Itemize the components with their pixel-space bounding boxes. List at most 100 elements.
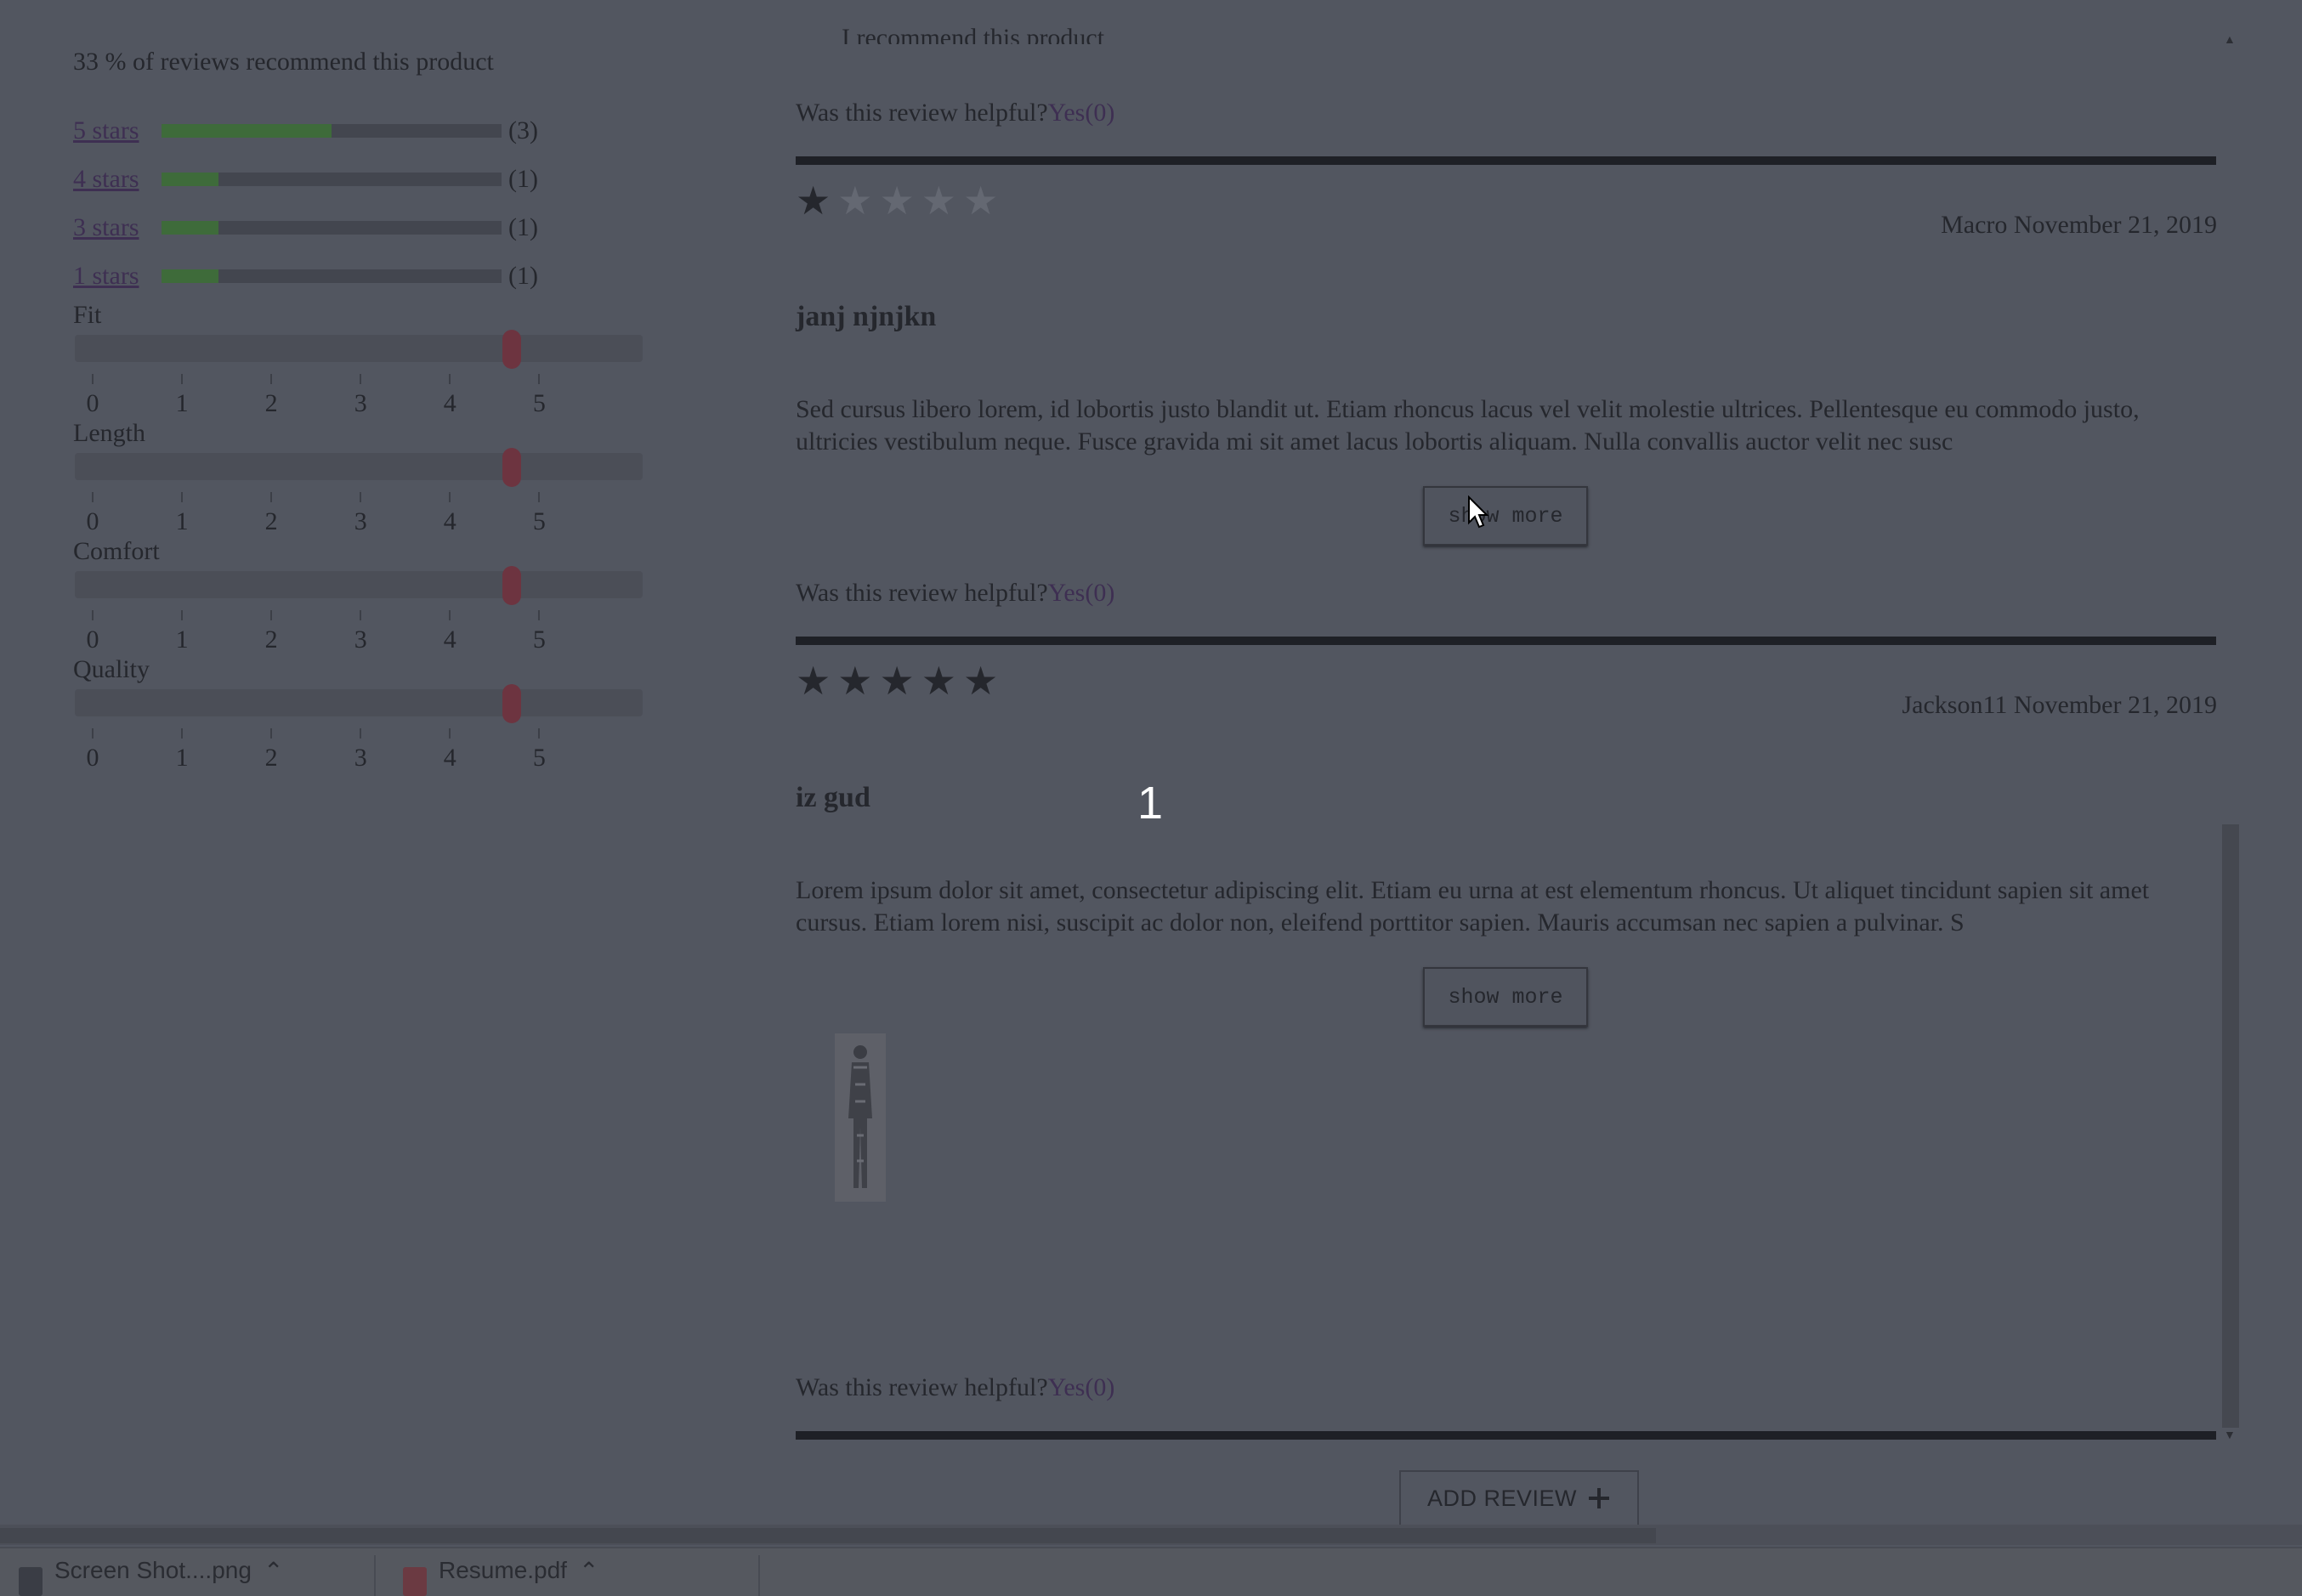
- download-item[interactable]: Resume.pdf ⌃: [403, 1557, 598, 1596]
- rating-count: (3): [508, 116, 538, 144]
- scale-tick: [92, 492, 94, 502]
- scale-tick-label: 3: [354, 744, 367, 772]
- scale-tick-label: 0: [86, 389, 99, 417]
- scale-ticks-comfort: 0 1 2 3 4 5: [77, 610, 663, 654]
- characteristic-slider-quality: [75, 684, 643, 723]
- star-icon: ★: [879, 659, 915, 703]
- scale-tick-label: 1: [175, 625, 189, 654]
- rating-bar-fill: [162, 173, 218, 186]
- scale-tick-label: 2: [264, 744, 278, 772]
- review-title: janj njnjkn: [796, 301, 937, 332]
- download-separator: [758, 1555, 760, 1596]
- scale-tick: [538, 374, 541, 384]
- show-more-button[interactable]: show more: [1423, 967, 1588, 1027]
- rating-filter-link[interactable]: 5 stars: [73, 116, 155, 145]
- rating-row-4: 4 stars (1): [73, 162, 538, 196]
- scale-tick: [270, 374, 273, 384]
- scale-tick-label: 0: [86, 744, 99, 772]
- scale-tick: [360, 374, 362, 384]
- scale-tick: [181, 374, 184, 384]
- add-review-button[interactable]: ADD REVIEW: [1399, 1470, 1639, 1525]
- image-file-icon: [19, 1567, 43, 1596]
- scrollbar-thumb[interactable]: [2222, 824, 2239, 1428]
- star-icon: ★: [963, 179, 999, 223]
- rating-row-3: 3 stars (1): [73, 211, 538, 245]
- scale-tick: [360, 610, 362, 620]
- scale-tick-label: 5: [532, 389, 546, 417]
- helpful-yes-button[interactable]: Yes(0): [1048, 579, 1115, 607]
- review-star-rating: ★ ★ ★ ★ ★: [796, 662, 998, 701]
- rating-bar-fill: [162, 221, 218, 235]
- scroll-down-arrow-icon[interactable]: ▼: [2224, 1429, 2236, 1443]
- characteristic-label-fit: Fit: [73, 301, 102, 329]
- helpful-label: Was this review helpful?: [796, 1373, 1048, 1401]
- scale-tick: [270, 610, 273, 620]
- recommend-percentage: 33 % of reviews recommend this product: [73, 48, 494, 76]
- characteristic-slider-length: [75, 448, 643, 487]
- scale-tick: [538, 492, 541, 502]
- reviews-scrollbar[interactable]: ▲ ▼: [2220, 34, 2241, 1442]
- scale-tick-label: 4: [443, 744, 456, 772]
- slider-thumb: [502, 448, 522, 487]
- rating-bar-fill: [162, 124, 332, 138]
- chevron-up-icon[interactable]: ⌃: [579, 1557, 598, 1585]
- rating-filter-link[interactable]: 4 stars: [73, 165, 155, 194]
- scale-ticks-fit: 0 1 2 3 4 5: [77, 374, 663, 417]
- star-icon: ★: [796, 179, 831, 223]
- helpful-label: Was this review helpful?: [796, 99, 1048, 127]
- rating-bar: [162, 173, 502, 186]
- slider-thumb: [502, 684, 522, 723]
- characteristic-slider-comfort: [75, 566, 643, 605]
- review-recommend-note: I recommend this product: [842, 24, 1105, 44]
- scale-tick-label: 5: [532, 625, 546, 654]
- show-more-button[interactable]: show more: [1423, 486, 1588, 546]
- review-divider: [796, 156, 2216, 165]
- scale-tick: [181, 728, 184, 739]
- review-photo-thumbnail[interactable]: [835, 1033, 886, 1202]
- star-icon: ★: [879, 179, 915, 223]
- characteristic-slider-fit: [75, 330, 643, 369]
- review-divider: [796, 637, 2216, 645]
- horizontal-scrollbar-thumb[interactable]: [0, 1528, 1656, 1543]
- slider-thumb: [502, 566, 522, 605]
- scroll-up-arrow-icon[interactable]: ▲: [2224, 34, 2236, 48]
- review-title: iz gud: [796, 782, 870, 813]
- page-number: 1: [1137, 778, 1164, 829]
- helpful-prompt: Was this review helpful?Yes(0): [796, 1373, 1114, 1402]
- scale-tick-label: 4: [443, 625, 456, 654]
- star-icon: ★: [837, 659, 873, 703]
- scale-tick: [449, 610, 451, 620]
- helpful-yes-button[interactable]: Yes(0): [1048, 1373, 1115, 1401]
- rating-filter-link[interactable]: 1 stars: [73, 262, 155, 291]
- rating-filter-link[interactable]: 3 stars: [73, 213, 155, 242]
- scale-tick: [360, 492, 362, 502]
- scale-tick-label: 4: [443, 507, 456, 535]
- scale-tick-label: 0: [86, 625, 99, 654]
- rating-count: (1): [508, 213, 538, 241]
- scale-tick-label: 0: [86, 507, 99, 535]
- rating-bar-fill: [162, 269, 218, 283]
- add-review-label: ADD REVIEW: [1426, 1485, 1578, 1511]
- page-horizontal-scrollbar[interactable]: [0, 1525, 2302, 1545]
- scale-tick: [181, 610, 184, 620]
- scale-tick: [449, 728, 451, 739]
- mouse-cursor-icon: [1467, 495, 1489, 534]
- downloads-bar: Screen Shot....png ⌃ Resume.pdf ⌃: [0, 1547, 2302, 1596]
- star-icon: ★: [963, 659, 999, 703]
- chevron-up-icon[interactable]: ⌃: [264, 1557, 283, 1585]
- helpful-prompt: Was this review helpful?Yes(0): [796, 579, 1114, 608]
- scale-tick-label: 3: [354, 625, 367, 654]
- scale-tick-label: 5: [532, 744, 546, 772]
- scale-ticks-quality: 0 1 2 3 4 5: [77, 728, 663, 772]
- scale-tick: [360, 728, 362, 739]
- scale-tick-label: 3: [354, 507, 367, 535]
- helpful-yes-button[interactable]: Yes(0): [1048, 99, 1115, 127]
- scale-tick: [92, 374, 94, 384]
- star-icon: ★: [921, 179, 956, 223]
- slider-thumb: [502, 330, 522, 369]
- rating-bar: [162, 124, 502, 138]
- download-item[interactable]: Screen Shot....png ⌃: [19, 1557, 283, 1596]
- review-body: Sed cursus libero lorem, id lobortis jus…: [796, 395, 2140, 456]
- plus-icon: [1589, 1488, 1610, 1508]
- star-icon: ★: [796, 659, 831, 703]
